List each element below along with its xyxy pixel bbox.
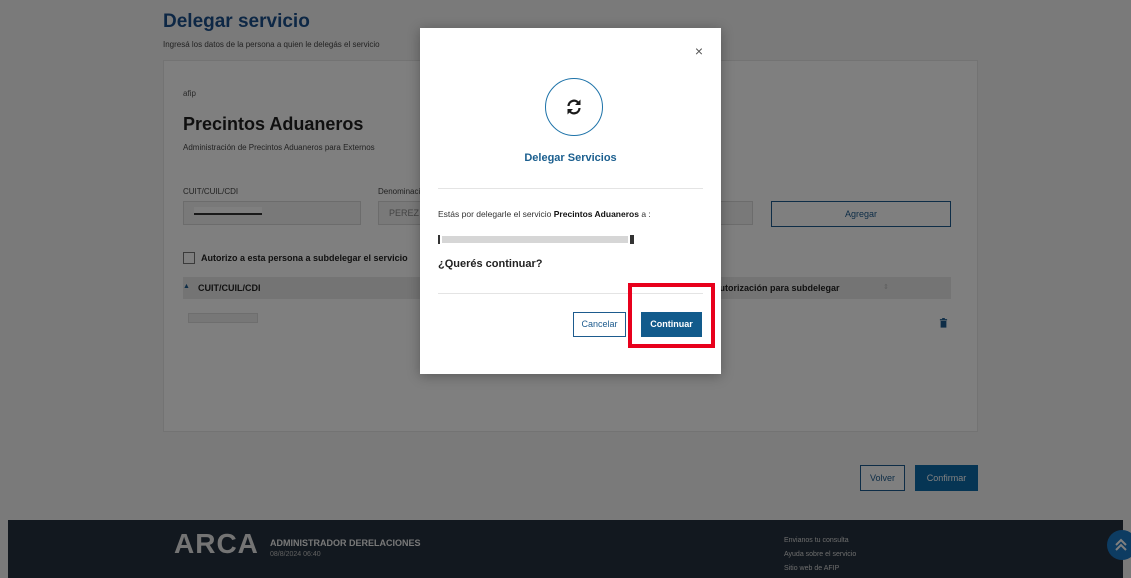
divider (438, 188, 703, 189)
highlight-annotation (628, 283, 715, 348)
message-prefix: Estás por delegarle el servicio (438, 209, 554, 219)
redacted-text (438, 235, 440, 244)
modal-message: Estás por delegarle el servicio Precinto… (438, 209, 651, 219)
cancel-button[interactable]: Cancelar (573, 312, 626, 337)
service-name: Precintos Aduaneros (553, 209, 639, 219)
close-icon[interactable]: × (692, 44, 706, 58)
redacted-text (442, 236, 628, 243)
message-suffix: a : (638, 209, 651, 219)
redacted-text (630, 235, 634, 244)
modal-title: Delegar Servicios (524, 152, 617, 164)
refresh-icon (545, 78, 603, 136)
modal-question: ¿Querés continuar? (438, 258, 543, 270)
